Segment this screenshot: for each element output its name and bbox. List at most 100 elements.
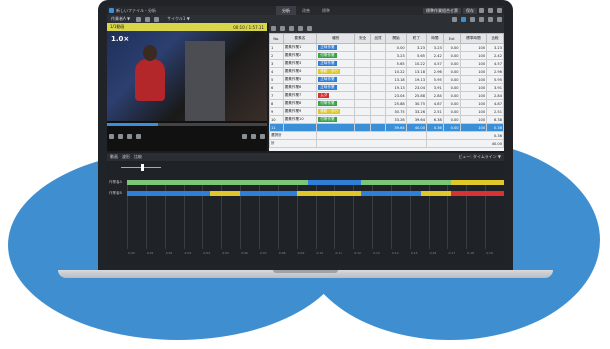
table-cell: 1 (269, 43, 284, 52)
table-row[interactable]: 3 要素作業3 正味作業 5.65 10.22 4.57 0.00 100 4.57 (269, 59, 504, 68)
folder-icon[interactable] (497, 16, 502, 22)
toolbar-button-0[interactable]: 標準作業組合せ票 (423, 7, 461, 14)
cycle-selector[interactable]: サイクル1 ▼ (167, 16, 190, 22)
zoom-handle[interactable] (141, 164, 144, 171)
timeline-segment[interactable] (451, 180, 504, 185)
maximize-icon[interactable] (488, 8, 493, 13)
table-cell: 13.18 (405, 67, 427, 76)
prev-frame-icon[interactable] (109, 133, 114, 139)
timeline-segment[interactable] (307, 180, 361, 185)
table-cell (354, 91, 371, 100)
pause-icon[interactable] (118, 133, 123, 139)
close-icon[interactable] (497, 8, 502, 13)
table-row[interactable]: 5 要素作業5 正味作業 13.18 19.13 5.95 0.00 100 5.95 (269, 75, 504, 84)
column-header[interactable]: 安全 (354, 33, 371, 44)
zoom-icon[interactable] (251, 133, 256, 139)
add-icon[interactable] (136, 16, 142, 22)
timeline-segment[interactable] (127, 191, 210, 196)
table-row[interactable]: 2 要素作業2 付帯作業 3.23 5.65 2.42 0.00 100 2.42 (269, 51, 504, 60)
column-header[interactable]: 要素名 (282, 33, 318, 44)
table-row[interactable]: 8 要素作業8 付帯作業 25.88 30.75 4.87 0.00 100 4.87 (269, 99, 504, 108)
laptop: 新しいファイル - 分析 分析 改善 標準 標準作業組合せ票 保存 作業者A ▼ サイ… (58, 0, 553, 284)
column-header[interactable]: 標準時間 (459, 33, 488, 44)
split-icon[interactable] (307, 25, 312, 31)
table-cell: 3.23 (385, 51, 407, 60)
machine-shape (185, 41, 225, 121)
timeline-segment[interactable] (421, 191, 452, 196)
grid-icon[interactable] (452, 16, 457, 22)
track-label: 作業者A (109, 180, 122, 184)
chart-icon[interactable] (479, 16, 484, 22)
timeline-segment[interactable] (451, 191, 504, 196)
seek-bar[interactable] (107, 123, 267, 126)
table-cell (316, 123, 356, 132)
table-row[interactable]: 10 要素作業10 付帯作業 33.26 39.64 6.38 0.00 100 6.38 (269, 115, 504, 124)
timeline-segment[interactable] (127, 180, 308, 185)
table-row[interactable]: 4 要素作業4 移動・歩行 10.22 13.18 2.96 0.00 100 2.96 (269, 67, 504, 76)
camera-icon[interactable] (260, 133, 265, 139)
column-header[interactable]: 品質 (369, 33, 387, 44)
table-row[interactable]: 11 39.64 40.00 0.36 0.00 100 0.36 (269, 123, 504, 132)
process-selector[interactable]: 作業者A ▼ (111, 16, 130, 22)
timeline-tab[interactable]: 比較 (134, 154, 142, 159)
toolbar-button-1[interactable]: 保存 (463, 7, 477, 14)
timeline-tick: 0:17 (448, 251, 456, 255)
summary-value: 0.36 (425, 131, 504, 140)
table-row[interactable]: 6 要素作業6 正味作業 19.13 23.04 3.91 0.00 100 3.91 (269, 83, 504, 92)
table-cell: 2.84 (425, 91, 444, 100)
table-row[interactable]: 1 要素作業1 正味作業 0.00 3.23 3.23 0.00 100 3.23 (269, 43, 504, 52)
table-row[interactable]: 7 要素作業7 ムダ 23.04 25.88 2.84 0.00 100 2.84 (269, 91, 504, 100)
column-header[interactable]: 終了 (405, 33, 427, 44)
layout-icon[interactable] (461, 16, 466, 22)
column-header[interactable]: 時間 (425, 33, 444, 44)
column-header[interactable]: 種別 (316, 33, 356, 44)
table-cell (354, 123, 371, 132)
column-header[interactable]: 開始 (385, 33, 407, 44)
delete-row-icon[interactable] (298, 25, 303, 31)
redo-icon[interactable] (280, 25, 285, 31)
zoom-slider[interactable] (121, 164, 161, 171)
tab-0[interactable]: 分析 (276, 6, 296, 15)
timeline-tab[interactable]: 動画 (110, 154, 118, 159)
undo-icon[interactable] (154, 16, 160, 22)
edit-icon[interactable] (145, 16, 151, 22)
table-cell: 付帯作業 (316, 115, 356, 124)
playback-controls (107, 131, 267, 141)
add-row-icon[interactable] (289, 25, 294, 31)
undo-icon[interactable] (271, 25, 276, 31)
timeline-segment[interactable] (240, 191, 297, 196)
columns-icon[interactable] (470, 16, 475, 22)
video-frame[interactable]: 1.0× (107, 31, 267, 121)
table-cell: 19.13 (385, 83, 407, 92)
tab-2[interactable]: 標準 (316, 6, 336, 15)
settings-icon[interactable] (488, 16, 493, 22)
volume-icon[interactable] (242, 133, 247, 139)
table-cell: 2.96 (486, 67, 504, 76)
timeline-tab[interactable]: 波形 (122, 154, 130, 159)
timeline-tick: 0:13 (373, 251, 380, 255)
timeline-segment[interactable] (360, 191, 422, 196)
timeline-track[interactable] (127, 191, 504, 196)
timeline-segment[interactable] (296, 191, 361, 196)
timeline-segment[interactable] (209, 191, 241, 196)
table-cell: 30.75 (385, 107, 407, 116)
timeline-tabs: 動画 波形 比較 (110, 154, 146, 160)
table-cell (369, 75, 387, 84)
column-header[interactable]: No. (269, 33, 284, 44)
column-header[interactable]: Ext (442, 33, 461, 44)
column-header[interactable]: 比較 (486, 33, 504, 44)
table-cell: 要素作業3 (282, 59, 318, 68)
table-cell (282, 123, 318, 132)
minimize-icon[interactable] (479, 8, 484, 13)
type-badge: 付帯作業 (318, 101, 337, 106)
timeline-tick: 0:01 (146, 251, 154, 255)
table-row[interactable]: 9 要素作業9 移動・歩行 30.75 33.26 2.51 0.00 100 2.51 (269, 107, 504, 116)
timeline-track[interactable] (127, 180, 504, 185)
timeline-tick: 0:00 (128, 251, 135, 255)
next-frame-icon[interactable] (136, 133, 141, 139)
view-selector[interactable]: ビュー: タイムライン ▼ (458, 154, 501, 160)
timeline-segment[interactable] (360, 180, 452, 185)
play-icon[interactable] (127, 133, 132, 139)
table-cell: 0.00 (442, 83, 461, 92)
tab-1[interactable]: 改善 (296, 6, 316, 15)
